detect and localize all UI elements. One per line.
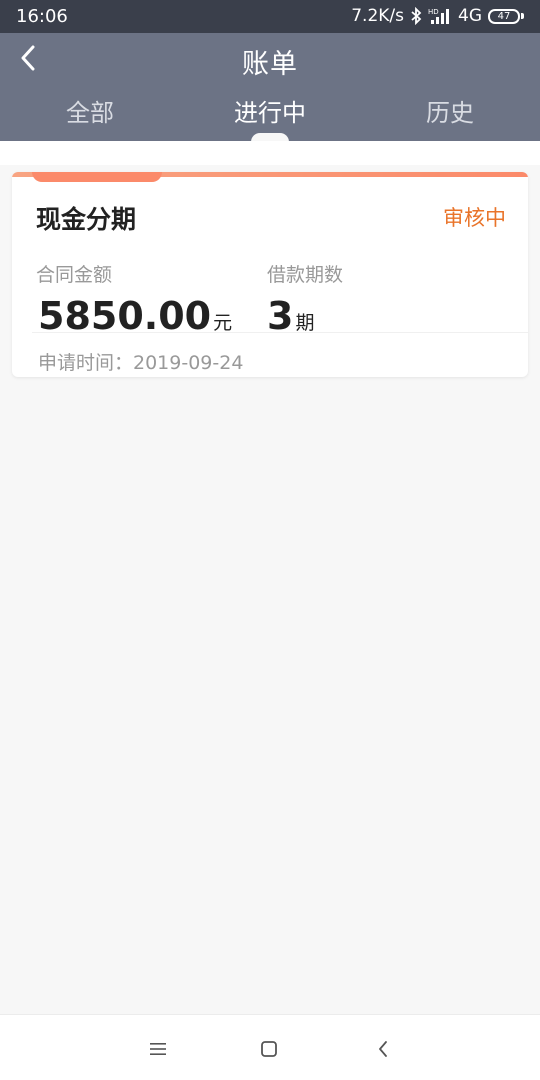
card-divider: [32, 332, 528, 333]
bill-type: 现金分期: [36, 205, 137, 234]
app-header: 账单 全部 进行中 历史: [0, 33, 540, 142]
status-bar: 16:06 7.2K/s HD 4G 47: [0, 0, 540, 33]
tab-bar: 全部 进行中 历史: [0, 95, 540, 135]
battery-icon: 47: [488, 8, 524, 24]
bill-card[interactable]: 现金分期 审核中 合同金额 借款期数 5850.00 元 3 期 申请时间：20…: [12, 172, 528, 377]
bluetooth-icon: [410, 7, 422, 25]
svg-text:HD: HD: [428, 8, 439, 16]
contract-amount-label: 合同金额: [36, 264, 113, 286]
battery-level: 47: [488, 8, 520, 24]
network-type: 4G: [458, 6, 482, 26]
hd-signal-icon: HD: [428, 7, 452, 25]
system-nav-bar: [0, 1014, 540, 1080]
periods-label: 借款期数: [267, 264, 344, 286]
menu-button[interactable]: [146, 1037, 170, 1061]
contract-amount-unit: 元: [213, 312, 233, 334]
tab-all[interactable]: 全部: [0, 95, 180, 135]
nav-back-button[interactable]: [371, 1037, 395, 1061]
home-button[interactable]: [257, 1037, 281, 1061]
status-time: 16:06: [16, 6, 68, 27]
back-chevron-icon: [379, 1041, 387, 1057]
tab-history[interactable]: 历史: [360, 95, 540, 135]
apply-date: 申请时间：2019-09-24: [38, 352, 244, 374]
status-right: 7.2K/s HD 4G 47: [351, 6, 524, 26]
page-title: 账单: [242, 49, 298, 80]
net-speed: 7.2K/s: [351, 6, 404, 26]
home-square-icon: [261, 1041, 277, 1057]
tab-in-progress[interactable]: 进行中: [180, 95, 360, 135]
status-badge: 审核中: [443, 206, 506, 230]
menu-icon: [150, 1043, 166, 1055]
periods-unit: 期: [295, 312, 315, 334]
card-accent-notch: [32, 172, 162, 182]
